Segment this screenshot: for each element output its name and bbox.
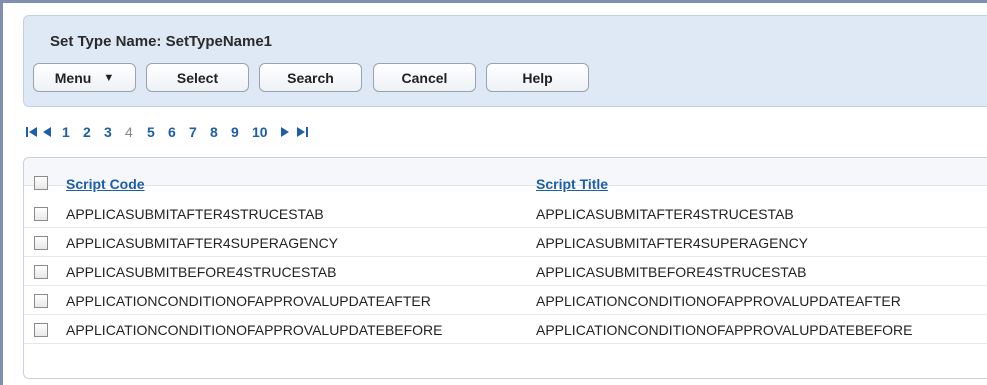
first-page-icon[interactable] bbox=[26, 126, 38, 141]
previous-page-icon[interactable] bbox=[42, 126, 52, 141]
column-header-script-title[interactable]: Script Title bbox=[536, 176, 608, 192]
table-row: APPLICASUBMITAFTER4SUPERAGENCY APPLICASU… bbox=[24, 228, 987, 257]
last-page-icon[interactable] bbox=[296, 126, 308, 141]
script-code-cell: APPLICASUBMITAFTER4STRUCESTAB bbox=[66, 206, 324, 222]
row-checkbox[interactable] bbox=[34, 265, 48, 279]
search-button[interactable]: Search bbox=[259, 63, 362, 92]
script-title-cell: APPLICASUBMITBEFORE4STRUCESTAB bbox=[536, 264, 807, 280]
select-all-checkbox[interactable] bbox=[34, 176, 48, 190]
script-code-cell: APPLICATIONCONDITIONOFAPPROVALUPDATEAFTE… bbox=[66, 293, 431, 309]
table-row: APPLICATIONCONDITIONOFAPPROVALUPDATEBEFO… bbox=[24, 315, 987, 344]
script-title-cell: APPLICASUBMITAFTER4SUPERAGENCY bbox=[536, 235, 809, 251]
page-link-3[interactable]: 3 bbox=[104, 124, 112, 140]
script-code-cell: APPLICASUBMITBEFORE4STRUCESTAB bbox=[66, 264, 337, 280]
row-checkbox[interactable] bbox=[34, 207, 48, 221]
page-link-1[interactable]: 1 bbox=[62, 124, 70, 140]
script-title-cell: APPLICATIONCONDITIONOFAPPROVALUPDATEAFTE… bbox=[536, 293, 901, 309]
page-link-2[interactable]: 2 bbox=[83, 124, 91, 140]
script-title-cell: APPLICATIONCONDITIONOFAPPROVALUPDATEBEFO… bbox=[536, 322, 913, 338]
page-link-5[interactable]: 5 bbox=[147, 124, 155, 140]
page-link-10[interactable]: 10 bbox=[252, 124, 268, 140]
script-grid: Script Code Script Title APPLICASUBMITAF… bbox=[23, 157, 987, 379]
menu-button[interactable]: Menu ▼ bbox=[33, 63, 136, 92]
table-row: APPLICATIONCONDITIONOFAPPROVALUPDATEAFTE… bbox=[24, 286, 987, 315]
page-current: 4 bbox=[125, 124, 133, 140]
table-row: APPLICASUBMITBEFORE4STRUCESTAB APPLICASU… bbox=[24, 257, 987, 286]
chevron-down-icon: ▼ bbox=[103, 71, 115, 84]
row-checkbox[interactable] bbox=[34, 294, 48, 308]
set-type-title: Set Type Name: SetTypeName1 bbox=[50, 33, 273, 50]
page-link-6[interactable]: 6 bbox=[168, 124, 176, 140]
select-button[interactable]: Select bbox=[146, 63, 249, 92]
page-link-9[interactable]: 9 bbox=[231, 124, 239, 140]
header-panel: Set Type Name: SetTypeName1 Menu ▼ Selec… bbox=[23, 15, 987, 107]
grid-header-row: Script Code Script Title bbox=[24, 158, 987, 192]
help-button[interactable]: Help bbox=[486, 63, 589, 92]
window-left-border bbox=[0, 0, 3, 385]
page-link-7[interactable]: 7 bbox=[189, 124, 197, 140]
page-link-8[interactable]: 8 bbox=[210, 124, 218, 140]
script-code-cell: APPLICATIONCONDITIONOFAPPROVALUPDATEBEFO… bbox=[66, 322, 443, 338]
column-header-script-code[interactable]: Script Code bbox=[66, 176, 145, 192]
window-top-border bbox=[0, 0, 987, 3]
table-row: APPLICASUBMITAFTER4STRUCESTAB APPLICASUB… bbox=[24, 199, 987, 228]
script-title-cell: APPLICASUBMITAFTER4STRUCESTAB bbox=[536, 206, 794, 222]
row-checkbox[interactable] bbox=[34, 236, 48, 250]
cancel-button[interactable]: Cancel bbox=[373, 63, 476, 92]
row-checkbox[interactable] bbox=[34, 323, 48, 337]
next-page-icon[interactable] bbox=[280, 126, 290, 141]
menu-button-label: Menu bbox=[54, 69, 92, 86]
script-code-cell: APPLICASUBMITAFTER4SUPERAGENCY bbox=[66, 235, 339, 251]
